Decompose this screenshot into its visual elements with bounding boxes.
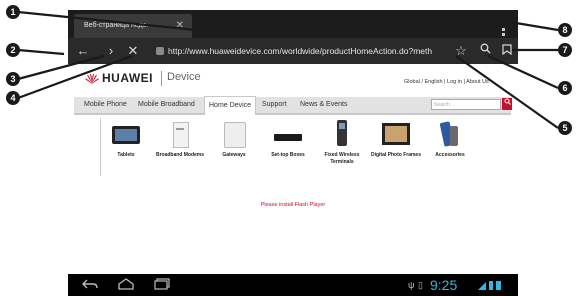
web-page: HUAWEI Device Global / English | Log in … — [68, 64, 518, 274]
accessories-image — [434, 120, 466, 148]
clock: 9:25 — [430, 277, 458, 293]
logo-divider — [161, 71, 162, 86]
forward-icon[interactable]: › — [102, 42, 120, 60]
callout-5: 5 — [558, 121, 572, 135]
callout-3: 3 — [6, 72, 20, 86]
back-nav-icon[interactable] — [82, 278, 98, 293]
stop-icon[interactable]: ✕ — [124, 42, 142, 60]
category-tablets[interactable]: Tablets — [100, 120, 152, 159]
nav-mobile-phone[interactable]: Mobile Phone — [84, 97, 127, 113]
tab-close-icon[interactable]: ✕ — [176, 14, 184, 38]
huawei-logo-icon — [85, 73, 99, 84]
tablet-image — [110, 120, 142, 148]
nav-mobile-broadband[interactable]: Mobile Broadband — [138, 97, 195, 113]
browser-tab[interactable]: Веб-страница недо. ✕ — [74, 14, 192, 38]
callout-8: 8 — [558, 23, 572, 37]
recent-apps-icon[interactable] — [154, 278, 170, 293]
usb-icon: ψ — [408, 280, 415, 290]
category-digital-photo-frames[interactable]: Digital Photo Frames — [370, 120, 422, 159]
site-search-input[interactable]: Search — [431, 99, 501, 110]
search-icon[interactable] — [476, 42, 494, 60]
category-broadband-modems[interactable]: Broadband Modems — [154, 120, 206, 159]
nav-home-device[interactable]: Home Device — [204, 96, 257, 115]
modem-image — [164, 120, 196, 148]
callout-7: 7 — [558, 43, 572, 57]
site-nav: Mobile Phone Mobile Broadband Home Devic… — [74, 96, 512, 115]
android-screen: Веб-страница недо. ✕ ← › ✕ http://www.hu… — [68, 0, 518, 296]
system-bar: ψ ▯ 9:25 — [68, 274, 518, 296]
vibrate-icon: ▯ — [418, 280, 423, 290]
nav-support[interactable]: Support — [262, 97, 287, 113]
callout-6: 6 — [558, 81, 572, 95]
phone-image — [326, 120, 358, 148]
tab-bar: Веб-страница недо. ✕ — [68, 10, 518, 41]
tab-title: Веб-страница недо. — [84, 22, 149, 29]
photo-frame-image — [380, 120, 412, 148]
home-nav-icon[interactable] — [118, 278, 134, 293]
site-search-button[interactable] — [502, 98, 512, 110]
flash-warning: Please install Flash Player — [260, 202, 326, 208]
favicon-icon — [156, 47, 164, 55]
callout-1: 1 — [6, 5, 20, 19]
nav-news-events[interactable]: News & Events — [300, 97, 347, 113]
category-accessories[interactable]: Accessories — [424, 120, 476, 159]
url-bar: ← › ✕ http://www.huaweidevice.com/worldw… — [68, 38, 518, 102]
gateway-image — [218, 120, 250, 148]
bookmark-star-icon[interactable]: ☆ — [452, 42, 470, 60]
category-gateways[interactable]: Gateways — [208, 120, 260, 159]
bookmarks-icon[interactable] — [498, 42, 516, 60]
url-field[interactable]: http://www.huaweidevice.com/worldwide/pr… — [168, 44, 454, 58]
logo-text: HUAWEI — [102, 71, 153, 85]
callout-2: 2 — [6, 43, 20, 57]
callout-4: 4 — [6, 91, 20, 105]
top-links[interactable]: Global / English | Log in | About Us — [404, 79, 489, 85]
signal-battery-icon — [478, 280, 502, 292]
category-set-top-boxes[interactable]: Set-top Boxes — [262, 120, 314, 159]
logo-subtitle: Device — [167, 71, 201, 83]
category-fixed-wireless-terminals[interactable]: Fixed Wireless Terminals — [316, 120, 368, 166]
back-icon[interactable]: ← — [74, 42, 92, 60]
set-top-box-image — [272, 120, 304, 148]
